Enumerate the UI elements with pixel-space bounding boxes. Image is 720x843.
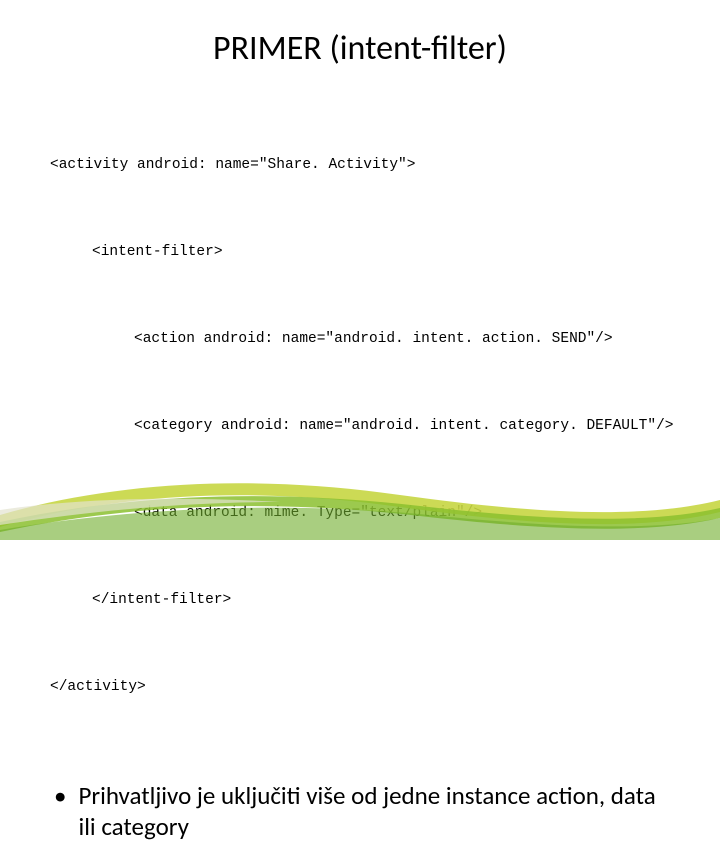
- code-block: <activity android: name="Share. Activity…: [50, 93, 670, 760]
- bullet-text: Prihvatljivo je uključiti više od jedne …: [78, 780, 670, 843]
- slide: PRIMER (intent-filter) <activity android…: [0, 0, 720, 540]
- slide-title: PRIMER (intent-filter): [50, 28, 670, 69]
- code-line: <action android: name="android. intent. …: [50, 325, 670, 354]
- bullet-list: • Prihvatljivo je uključiti više od jedn…: [50, 780, 670, 843]
- code-line: </activity>: [50, 673, 670, 702]
- code-line: <category android: name="android. intent…: [50, 412, 670, 441]
- bullet-item: • Prihvatljivo je uključiti više od jedn…: [54, 780, 670, 843]
- code-line: <activity android: name="Share. Activity…: [50, 151, 670, 180]
- bullet-dot-icon: •: [54, 780, 66, 811]
- code-line: <intent-filter>: [50, 238, 670, 267]
- code-line: </intent-filter>: [50, 586, 670, 615]
- code-line: <data android: mime. Type="text/plain"/>: [50, 499, 670, 528]
